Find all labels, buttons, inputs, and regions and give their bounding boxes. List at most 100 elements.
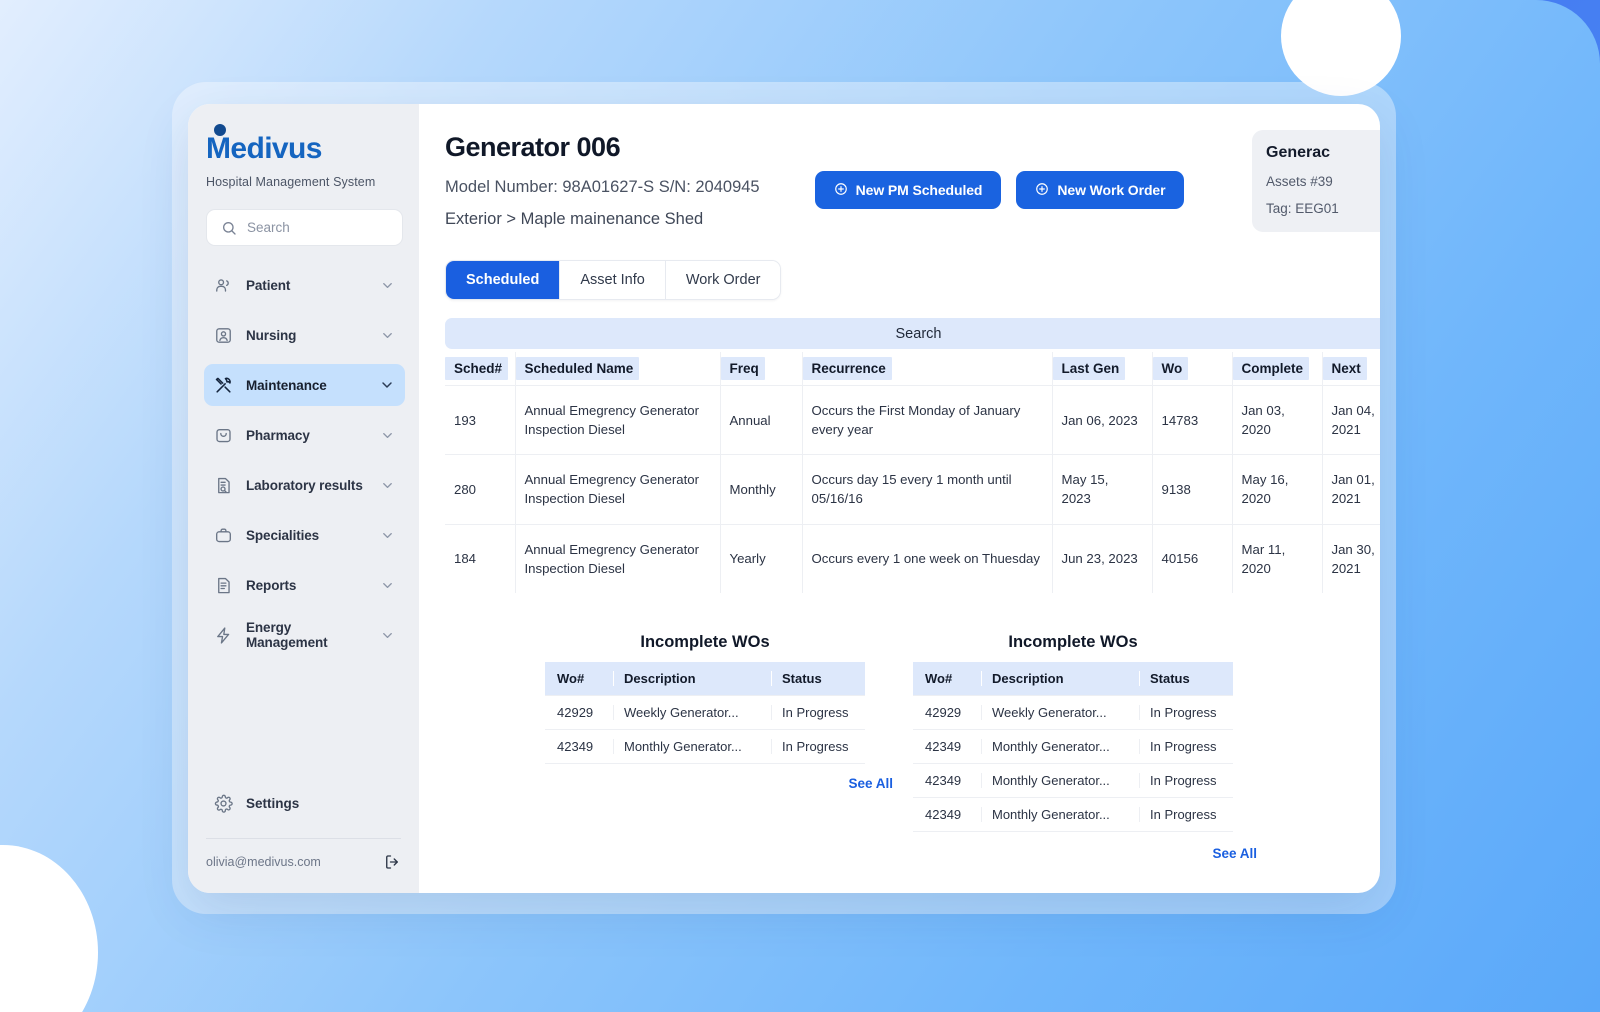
cell-sched: 280 xyxy=(445,454,516,525)
column-header-status[interactable]: Status xyxy=(1139,661,1233,696)
incomplete-wos-panel-right: Incomplete WOs Wo# Description Status 42… xyxy=(913,633,1257,861)
column-header-scheduled-name[interactable]: Scheduled Name xyxy=(515,352,721,386)
cell-status: In Progress xyxy=(1139,762,1233,798)
sidebar-item-reports[interactable]: Reports xyxy=(204,564,405,606)
column-header-last-gen[interactable]: Last Gen xyxy=(1052,352,1153,386)
sidebar-item-settings[interactable]: Settings xyxy=(204,782,403,824)
cell-last-gen: May 15, 2023 xyxy=(1052,454,1153,525)
sidebar-search[interactable] xyxy=(206,209,403,246)
column-header-wo[interactable]: Wo# xyxy=(545,661,613,696)
column-header-status[interactable]: Status xyxy=(771,661,865,696)
sidebar-item-patient[interactable]: Patient xyxy=(204,264,405,306)
table-row[interactable]: 184 Annual Emegrency Generator Inspectio… xyxy=(445,523,1380,593)
panel-title: Incomplete WOs xyxy=(640,632,770,651)
table-row[interactable]: 280 Annual Emegrency Generator Inspectio… xyxy=(445,454,1380,525)
cell-scheduled-name: Annual Emegrency Generator Inspection Di… xyxy=(515,523,721,593)
column-header-recurrence[interactable]: Recurrence xyxy=(802,352,1053,386)
cell-sched: 184 xyxy=(445,523,516,593)
cell-wo: 40156 xyxy=(1152,523,1233,593)
search-input[interactable] xyxy=(247,220,390,235)
column-header-freq[interactable]: Freq xyxy=(720,352,803,386)
chevron-down-icon xyxy=(380,428,395,443)
sidebar-item-label: Specialities xyxy=(246,527,320,543)
cell-description: Monthly Generator... xyxy=(981,762,1139,798)
cell-complete: Mar 11, 2020 xyxy=(1232,523,1323,593)
specialities-icon xyxy=(214,526,233,545)
table-row[interactable]: 42349 Monthly Generator... In Progress xyxy=(913,796,1233,832)
column-header-sched[interactable]: Sched# xyxy=(445,352,516,386)
sidebar-item-label: Pharmacy xyxy=(246,427,310,443)
cell-wo: 42349 xyxy=(913,728,981,764)
sidebar-item-label: Maintenance xyxy=(246,377,327,393)
cell-scheduled-name: Annual Emegrency Generator Inspection Di… xyxy=(515,384,721,455)
column-header-description[interactable]: Description xyxy=(981,661,1139,696)
cell-next: Jan 30, 2021 xyxy=(1322,523,1380,593)
incomplete-wos-section: Incomplete WOs Wo# Description Status 42… xyxy=(445,633,1380,861)
new-work-order-label: New Work Order xyxy=(1057,182,1166,198)
incomplete-wos-table-left: Wo# Description Status 42929 Weekly Gene… xyxy=(545,661,865,764)
tab-scheduled[interactable]: Scheduled xyxy=(446,261,561,299)
sidebar-item-nursing[interactable]: Nursing xyxy=(204,314,405,356)
cell-recurrence: Occurs the First Monday of January every… xyxy=(802,384,1053,455)
settings-label: Settings xyxy=(246,795,300,811)
tab-work-order[interactable]: Work Order xyxy=(665,261,781,299)
sidebar-footer: olivia@medivus.com xyxy=(206,838,401,893)
sidebar-item-label: Energy Management xyxy=(246,620,328,650)
logo-text: Medivus xyxy=(206,132,322,165)
page-header-text: Generator 006 Model Number: 98A01627-S S… xyxy=(445,130,760,229)
column-header-wo[interactable]: Wo# xyxy=(913,661,981,696)
cell-wo: 42929 xyxy=(545,694,613,730)
cell-complete: May 16, 2020 xyxy=(1232,454,1323,525)
see-all-link-left[interactable]: See All xyxy=(545,776,893,791)
sidebar-item-laboratory-results[interactable]: Laboratory results xyxy=(204,464,405,506)
table-row[interactable]: 42929 Weekly Generator... In Progress xyxy=(545,694,865,730)
see-all-link-right[interactable]: See All xyxy=(913,846,1257,861)
cell-freq: Monthly xyxy=(720,454,803,525)
table-row[interactable]: 193 Annual Emegrency Generator Inspectio… xyxy=(445,384,1380,455)
new-pm-scheduled-button[interactable]: New PM Scheduled xyxy=(814,171,1002,209)
cell-wo: 42349 xyxy=(913,762,981,798)
incomplete-wos-panel-left: Incomplete WOs Wo# Description Status 42… xyxy=(545,632,893,861)
table-row[interactable]: 42929 Weekly Generator... In Progress xyxy=(913,694,1233,730)
energy-icon xyxy=(214,626,233,645)
column-header-description[interactable]: Description xyxy=(613,661,771,696)
cell-wo: 9138 xyxy=(1152,454,1233,525)
cell-status: In Progress xyxy=(1139,796,1233,832)
cell-description: Weekly Generator... xyxy=(613,694,771,730)
chevron-down-icon xyxy=(380,578,395,593)
cell-wo: 42349 xyxy=(545,728,613,764)
model-number-line: Model Number: 98A01627-S S/N: 2040945 xyxy=(445,178,760,196)
table-row[interactable]: 42349 Monthly Generator... In Progress xyxy=(913,762,1233,798)
sidebar-item-energy-management[interactable]: Energy Management xyxy=(204,614,405,656)
cell-status: In Progress xyxy=(1139,694,1233,730)
plus-circle-icon xyxy=(1035,182,1049,199)
brand-block: Medivus Hospital Management System xyxy=(188,104,419,189)
pharmacy-icon xyxy=(214,426,233,445)
cell-complete: Jan 03, 2020 xyxy=(1232,384,1323,455)
content-tabs: Scheduled Asset Info Work Order xyxy=(445,260,782,300)
table-row[interactable]: 42349 Monthly Generator... In Progress xyxy=(545,728,865,764)
incomplete-wos-table-right: Wo# Description Status 42929 Weekly Gene… xyxy=(913,661,1233,832)
reports-icon xyxy=(214,576,233,595)
asset-tag: Tag: EEG01 xyxy=(1266,201,1339,216)
chevron-down-icon[interactable] xyxy=(379,377,395,393)
scheduled-table: Sched# Scheduled Name Freq Recurrence La… xyxy=(445,352,1380,593)
search-icon xyxy=(219,218,238,237)
main-content: Generator 006 Model Number: 98A01627-S S… xyxy=(419,104,1380,893)
column-header-next[interactable]: Next xyxy=(1322,352,1380,386)
cell-description: Weekly Generator... xyxy=(981,694,1139,730)
cell-description: Monthly Generator... xyxy=(613,728,771,764)
chevron-down-icon xyxy=(380,628,395,643)
table-search-bar[interactable]: Search xyxy=(445,318,1380,349)
sidebar-item-pharmacy[interactable]: Pharmacy xyxy=(204,414,405,456)
table-header-row: Wo# Description Status xyxy=(545,661,865,696)
new-work-order-button[interactable]: New Work Order xyxy=(1016,171,1185,209)
tab-asset-info[interactable]: Asset Info xyxy=(560,261,666,299)
column-header-complete[interactable]: Complete xyxy=(1232,352,1323,386)
column-header-wo[interactable]: Wo xyxy=(1152,352,1233,386)
sidebar-item-maintenance[interactable]: Maintenance xyxy=(204,364,405,406)
cell-wo: 14783 xyxy=(1152,384,1233,455)
table-row[interactable]: 42349 Monthly Generator... In Progress xyxy=(913,728,1233,764)
sidebar-item-specialities[interactable]: Specialities xyxy=(204,514,405,556)
logout-icon[interactable] xyxy=(383,853,401,871)
